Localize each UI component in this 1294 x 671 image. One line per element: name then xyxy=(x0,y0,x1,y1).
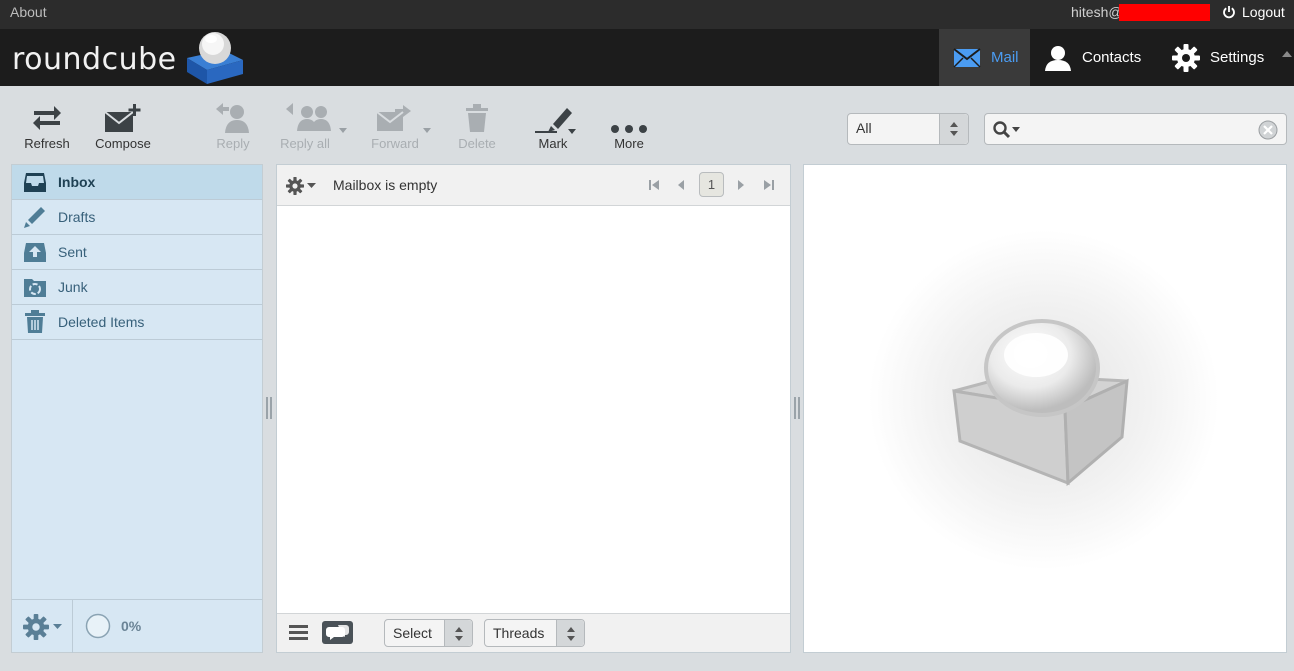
forward-dropdown-icon[interactable] xyxy=(423,128,431,133)
search-input[interactable] xyxy=(1027,118,1247,140)
chevron-down-icon xyxy=(52,623,62,629)
reply-label: Reply xyxy=(216,136,250,151)
sent-icon xyxy=(24,243,46,262)
search-reset-button[interactable] xyxy=(1258,120,1278,143)
logo-text: roundcube xyxy=(12,41,177,77)
mark-label: Mark xyxy=(538,136,568,151)
collapse-header-icon[interactable] xyxy=(1282,51,1292,57)
gear-icon xyxy=(286,177,304,195)
roundcube-watermark-icon xyxy=(869,230,1219,570)
nav-settings[interactable]: Settings xyxy=(1158,29,1280,86)
mark-dropdown-icon[interactable] xyxy=(568,129,576,134)
folder-drafts[interactable]: Drafts xyxy=(12,200,262,235)
folder-sent[interactable]: Sent xyxy=(12,235,262,270)
trash-icon xyxy=(25,310,45,333)
search-icon xyxy=(993,121,1020,139)
drafts-icon xyxy=(24,207,45,228)
logo-cube-icon xyxy=(186,32,243,84)
more-icon xyxy=(611,125,647,133)
search-box[interactable] xyxy=(984,113,1287,145)
redacted-email xyxy=(1119,4,1210,21)
folder-junk[interactable]: Junk xyxy=(12,270,262,305)
filter-value: All xyxy=(856,120,872,136)
refresh-icon xyxy=(33,106,61,130)
logout-label: Logout xyxy=(1242,4,1285,20)
reply-all-icon xyxy=(286,103,331,131)
delete-label: Delete xyxy=(458,136,496,151)
threads-label: Threads xyxy=(493,625,545,641)
folder-footer: 0% xyxy=(12,599,262,653)
nav-settings-label: Settings xyxy=(1210,49,1265,66)
gear-icon xyxy=(22,613,49,640)
reply-icon xyxy=(216,103,249,133)
folder-list-panel: Inbox Drafts Sent Junk Deleted Items 0% xyxy=(11,164,263,653)
message-filter-select[interactable]: All xyxy=(847,113,969,145)
nav-contacts[interactable]: Contacts xyxy=(1030,29,1158,86)
next-page-icon[interactable] xyxy=(736,179,746,191)
trash-icon xyxy=(466,104,488,132)
nav-mail-label: Mail xyxy=(991,49,1019,66)
first-page-icon[interactable] xyxy=(648,179,660,191)
quota-pie-icon xyxy=(85,613,111,639)
page-number: 1 xyxy=(699,172,724,197)
updown-arrows-icon xyxy=(566,627,575,641)
last-page-icon[interactable] xyxy=(763,179,775,191)
threads-dropdown[interactable]: Threads xyxy=(484,619,585,647)
nav-contacts-label: Contacts xyxy=(1082,49,1142,66)
threads-toggle-button[interactable] xyxy=(322,621,353,644)
quota-indicator: 0% xyxy=(85,613,141,639)
forward-icon xyxy=(376,105,411,131)
folder-actions-button[interactable] xyxy=(12,600,73,653)
preview-splitter[interactable] xyxy=(794,397,800,419)
updown-arrows-icon xyxy=(454,627,463,641)
clear-icon xyxy=(1258,120,1278,140)
search-options-button[interactable] xyxy=(993,121,1025,142)
roundcube-logo[interactable]: roundcube xyxy=(12,32,245,84)
folder-label: Drafts xyxy=(58,209,96,225)
refresh-label: Refresh xyxy=(24,136,70,151)
mailbox-status: Mailbox is empty xyxy=(333,177,438,193)
folder-inbox[interactable]: Inbox xyxy=(12,165,262,200)
power-icon xyxy=(1223,6,1235,19)
logout-button[interactable]: Logout xyxy=(1222,4,1285,20)
message-list-footer: Select Threads xyxy=(277,613,790,652)
message-list-header: Mailbox is empty 1 xyxy=(277,165,790,206)
updown-arrows-icon xyxy=(950,122,958,136)
folder-deleted-items[interactable]: Deleted Items xyxy=(12,305,262,340)
message-preview-panel xyxy=(803,164,1287,653)
folder-label: Junk xyxy=(58,279,88,295)
threads-dropdown-button[interactable] xyxy=(556,620,584,646)
more-label: More xyxy=(614,136,644,151)
folder-label: Sent xyxy=(58,244,87,260)
compose-icon xyxy=(104,104,141,132)
app-header: roundcube Mail Contacts Settings xyxy=(0,29,1294,86)
reply-all-label: Reply all xyxy=(280,136,330,151)
mail-icon xyxy=(953,47,981,68)
list-menu-icon[interactable] xyxy=(289,625,308,640)
folder-label: Deleted Items xyxy=(58,314,145,330)
folder-label: Inbox xyxy=(58,174,96,190)
forward-label: Forward xyxy=(371,136,419,151)
username: hitesh@ xyxy=(1071,4,1123,20)
list-options-button[interactable] xyxy=(286,177,316,195)
junk-icon xyxy=(24,279,46,297)
nav-mail[interactable]: Mail xyxy=(939,29,1030,86)
reply-all-dropdown-icon[interactable] xyxy=(339,128,347,133)
filter-select-button[interactable] xyxy=(939,114,968,144)
folder-splitter[interactable] xyxy=(266,397,272,419)
select-dropdown[interactable]: Select xyxy=(384,619,473,647)
compose-label: Compose xyxy=(95,136,151,151)
top-bar: About hitesh@ Logout xyxy=(0,0,1294,29)
chevron-down-icon xyxy=(307,183,316,188)
select-dropdown-button[interactable] xyxy=(444,620,472,646)
previous-page-icon[interactable] xyxy=(676,179,686,191)
quota-value: 0% xyxy=(121,618,142,634)
inbox-icon xyxy=(24,173,46,192)
settings-icon xyxy=(1172,43,1200,72)
about-link[interactable]: About xyxy=(10,4,47,20)
contacts-icon xyxy=(1045,45,1071,71)
select-label: Select xyxy=(393,625,432,641)
message-list-panel: Mailbox is empty 1 Select Threads xyxy=(276,164,791,653)
conversation-icon xyxy=(326,625,349,640)
